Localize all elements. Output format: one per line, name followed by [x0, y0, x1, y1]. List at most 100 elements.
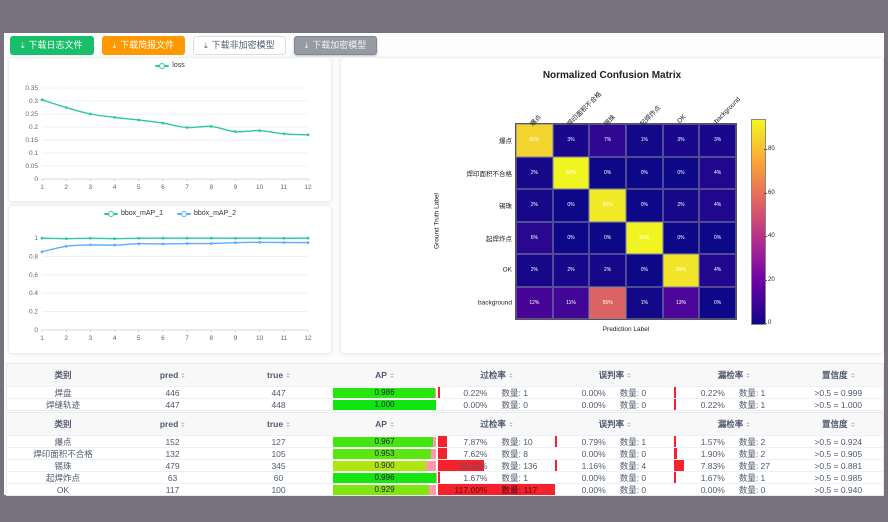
sort-carets-icon[interactable]: [851, 420, 855, 429]
sort-asc-icon[interactable]: [509, 420, 513, 424]
col-header-label: 误判率: [599, 418, 625, 430]
sort-carets-icon[interactable]: [746, 371, 750, 380]
sort-asc-icon[interactable]: [286, 371, 290, 375]
matrix-cell-value: 3%: [567, 137, 574, 143]
sort-asc-icon[interactable]: [851, 420, 855, 424]
sort-carets-icon[interactable]: [286, 420, 290, 429]
sort-desc-icon[interactable]: [627, 376, 631, 380]
sort-desc-icon[interactable]: [509, 425, 513, 429]
sort-desc-icon[interactable]: [851, 376, 855, 380]
colorbar-tick-label: 80: [768, 146, 775, 152]
sort-asc-icon[interactable]: [509, 371, 513, 375]
sort-desc-icon[interactable]: [390, 376, 394, 380]
col-header-pred[interactable]: pred: [119, 364, 226, 386]
sort-carets-icon[interactable]: [627, 420, 631, 429]
legend-label: bbox_mAP_2: [194, 210, 236, 217]
rate-count: 数量: 0: [606, 472, 675, 483]
svg-text:5: 5: [137, 184, 141, 191]
sort-asc-icon[interactable]: [181, 420, 185, 424]
sort-carets-icon[interactable]: [509, 420, 513, 429]
col-header-漏检率[interactable]: 漏检率: [674, 413, 793, 435]
pred-cell: 479: [119, 460, 226, 471]
ap-cell: 0.953: [331, 448, 438, 459]
ap-cell: 0.929: [331, 484, 438, 495]
category-cell: 爆点: [7, 436, 119, 447]
rate-count: 数量: 1: [487, 472, 555, 483]
sort-desc-icon[interactable]: [390, 425, 394, 429]
sort-asc-icon[interactable]: [390, 371, 394, 375]
col-header-label: true: [267, 370, 283, 380]
legend-item-bbox_mAP_2[interactable]: bbox_mAP_2: [177, 210, 236, 217]
col-header-label: 漏检率: [718, 369, 744, 381]
pred-cell: 132: [119, 448, 226, 459]
sort-desc-icon[interactable]: [286, 376, 290, 380]
sort-asc-icon[interactable]: [851, 371, 855, 375]
download-report-button[interactable]: ⤓下载简报文件: [102, 36, 186, 55]
matrix-cell-value: 6%: [531, 235, 538, 241]
svg-text:0.3: 0.3: [29, 98, 38, 105]
sort-asc-icon[interactable]: [181, 371, 185, 375]
col-header-过检率[interactable]: 过检率: [438, 364, 555, 386]
colorbar-tick-label: 0: [768, 320, 771, 326]
legend-item-bbox_mAP_1[interactable]: bbox_mAP_1: [104, 210, 163, 217]
sort-carets-icon[interactable]: [509, 371, 513, 380]
col-header-AP[interactable]: AP: [331, 364, 438, 386]
sort-asc-icon[interactable]: [627, 420, 631, 424]
download-encrypted-model-button[interactable]: ⤓下载加密模型: [294, 36, 378, 55]
sort-desc-icon[interactable]: [181, 425, 185, 429]
col-header-过检率[interactable]: 过检率: [438, 413, 555, 435]
matrix-cell-value: 4%: [714, 170, 721, 176]
rate-value: 7.87%: [438, 437, 488, 447]
sort-asc-icon[interactable]: [746, 420, 750, 424]
sort-asc-icon[interactable]: [746, 371, 750, 375]
col-header-误判率[interactable]: 误判率: [555, 364, 674, 386]
sort-desc-icon[interactable]: [509, 376, 513, 380]
sort-desc-icon[interactable]: [746, 376, 750, 380]
col-header-pred[interactable]: pred: [119, 413, 226, 435]
table-row: 焊缝轨迹4474481.0000.00%数量: 00.00%数量: 00.22%…: [7, 398, 883, 410]
download-log-button[interactable]: ⤓下载日志文件: [10, 36, 94, 55]
col-header-误判率[interactable]: 误判率: [555, 413, 674, 435]
sort-desc-icon[interactable]: [851, 425, 855, 429]
col-header-true[interactable]: true: [226, 413, 331, 435]
matrix-cell-value: 13%: [676, 300, 686, 306]
legend-item-loss[interactable]: loss: [155, 62, 184, 69]
sort-carets-icon[interactable]: [627, 371, 631, 380]
sort-carets-icon[interactable]: [746, 420, 750, 429]
col-header-true[interactable]: true: [226, 364, 331, 386]
sort-carets-icon[interactable]: [286, 371, 290, 380]
colorbar-tick-label: 60: [768, 190, 775, 196]
sort-desc-icon[interactable]: [286, 425, 290, 429]
misjudge-rate-cell: 0.00%数量: 0: [555, 399, 674, 410]
col-header-label: 漏检率: [718, 418, 744, 430]
sort-asc-icon[interactable]: [627, 371, 631, 375]
sort-asc-icon[interactable]: [390, 420, 394, 424]
matrix-cell-value: 0%: [641, 170, 648, 176]
confidence-cell: >0.5 = 0.940: [794, 484, 883, 495]
download-unencrypted-model-button[interactable]: ⤓下载非加密模型: [193, 36, 286, 55]
sort-desc-icon[interactable]: [746, 425, 750, 429]
sort-desc-icon[interactable]: [627, 425, 631, 429]
sort-desc-icon[interactable]: [181, 376, 185, 380]
col-header-置信度[interactable]: 置信度: [794, 413, 883, 435]
col-header-label: AP: [375, 370, 387, 380]
col-header-置信度[interactable]: 置信度: [794, 364, 883, 386]
rate-count: 数量: 4: [606, 460, 675, 471]
sort-asc-icon[interactable]: [286, 420, 290, 424]
sort-carets-icon[interactable]: [851, 371, 855, 380]
rate-value: 0.00%: [674, 485, 724, 495]
map-chart-card: bbox_mAP_1bbox_mAP_2 00.20.40.60.8112345…: [8, 205, 332, 354]
matrix-cell-value: 11%: [566, 300, 576, 306]
matrix-row-label: 起焊炸点: [451, 233, 512, 243]
sort-carets-icon[interactable]: [390, 420, 394, 429]
matrix-cell: 0%: [553, 222, 590, 255]
svg-text:9: 9: [234, 184, 238, 191]
sort-carets-icon[interactable]: [181, 420, 185, 429]
overdetect-rate-cell: 1.67%数量: 1: [438, 472, 555, 483]
sort-carets-icon[interactable]: [181, 371, 185, 380]
col-header-AP[interactable]: AP: [331, 413, 438, 435]
matrix-row-label: 焊印面积不合格: [451, 168, 512, 178]
svg-text:1: 1: [40, 184, 44, 191]
sort-carets-icon[interactable]: [390, 371, 394, 380]
col-header-漏检率[interactable]: 漏检率: [674, 364, 793, 386]
